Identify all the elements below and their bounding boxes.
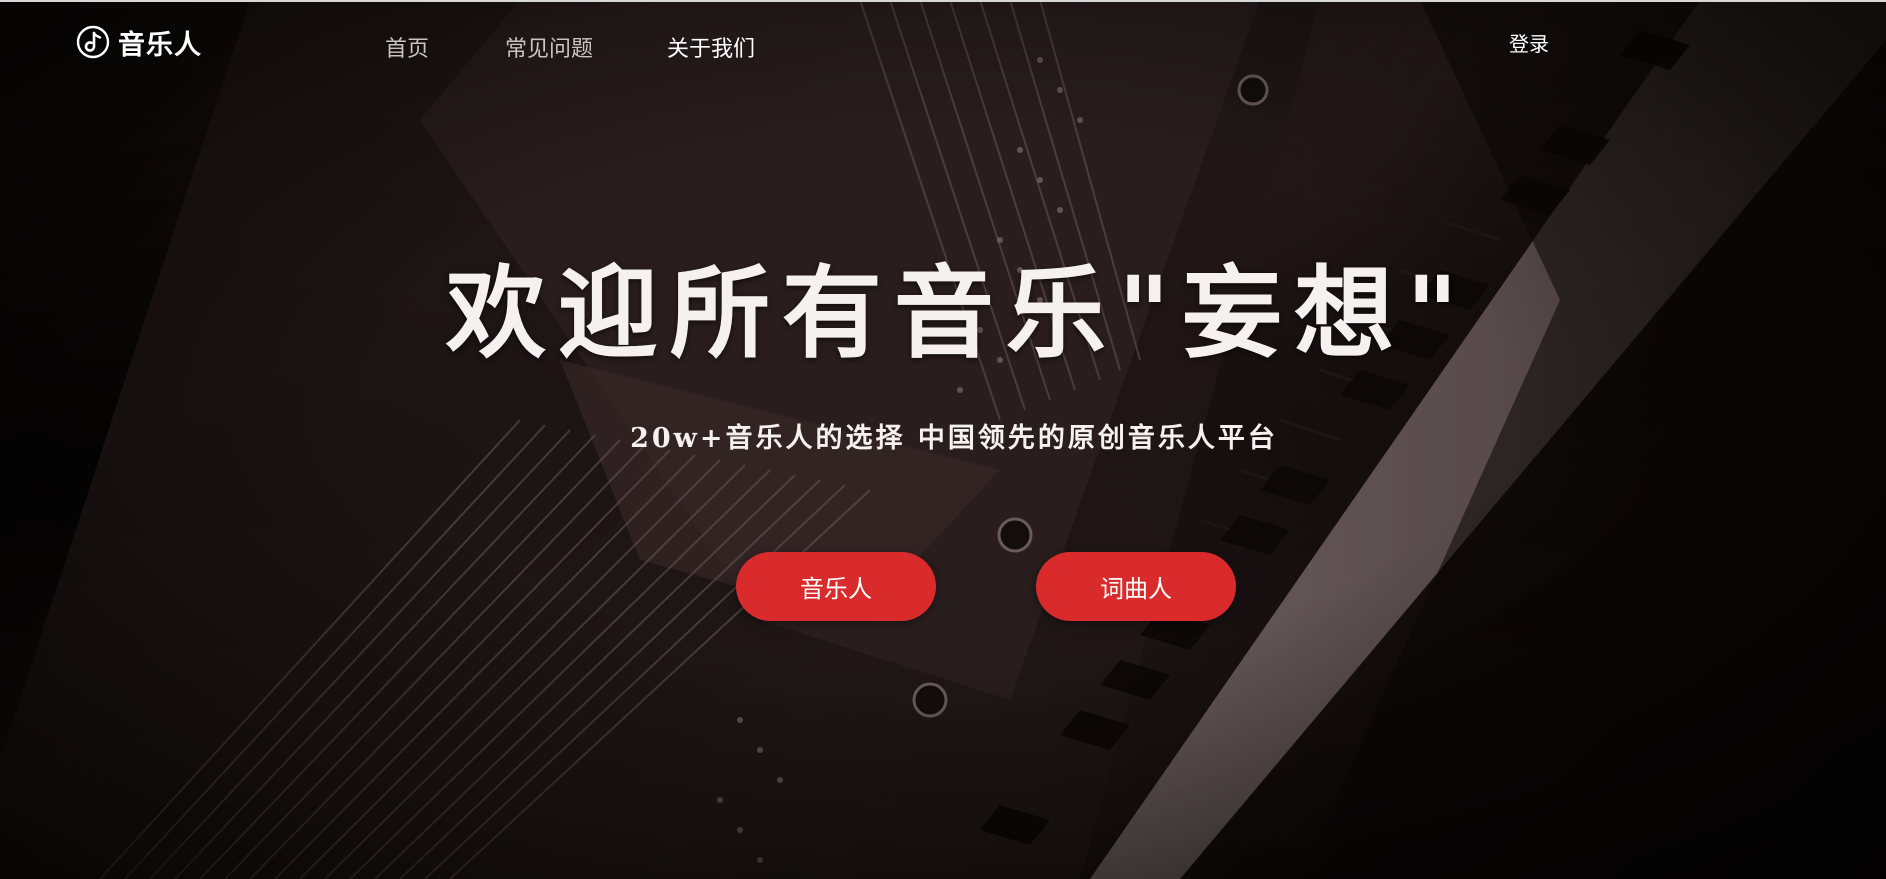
nav-item-about[interactable]: 关于我们 [667,31,755,63]
top-border [0,0,1886,2]
musician-button[interactable]: 音乐人 [736,552,936,621]
composer-button[interactable]: 词曲人 [1036,552,1236,621]
logo-text: 音乐人 [118,29,202,61]
login-link[interactable]: 登录 [1509,28,1549,57]
hero-title: 欢迎所有音乐"妄想" [445,254,1471,372]
nav-item-home[interactable]: 首页 [385,31,429,63]
site-logo[interactable]: 音乐人 [76,22,202,62]
music-note-circle-icon [76,25,110,59]
landing-page: 音乐人 首页 常见问题 关于我们 登录 欢迎所有音乐"妄想" 20w+音乐人的选… [0,0,1886,879]
nav-item-faq[interactable]: 常见问题 [505,31,593,63]
main-nav: 首页 常见问题 关于我们 [385,31,755,63]
hero-subtitle: 20w+音乐人的选择 中国领先的原创音乐人平台 [630,423,1278,454]
